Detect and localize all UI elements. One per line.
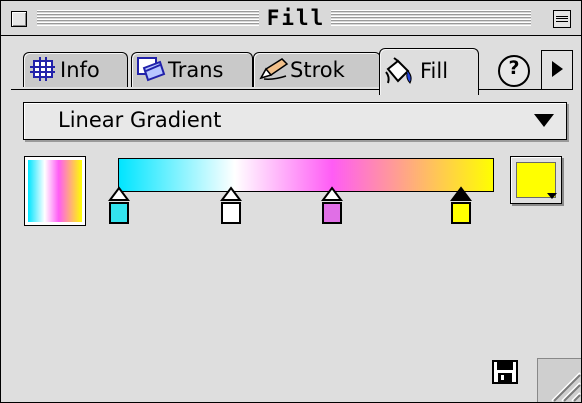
fill-type-dropdown[interactable]: Linear Gradient [23, 102, 567, 140]
tab-stroke-label: Strok [290, 58, 345, 82]
transform-icon [136, 56, 166, 82]
tab-fill[interactable]: Fill [379, 48, 479, 95]
close-box[interactable] [11, 11, 27, 27]
save-fill-icon[interactable] [492, 360, 518, 384]
gradient-preview-swatch [24, 156, 86, 226]
gradient-marker-3[interactable] [321, 186, 343, 228]
info-grid-icon [28, 56, 56, 82]
gradient-ramp[interactable] [118, 158, 494, 192]
help-button[interactable]: ? [498, 55, 530, 87]
color-well[interactable] [510, 156, 562, 204]
tab-info-label: Info [60, 58, 100, 82]
tab-stroke[interactable]: Strok [253, 52, 381, 87]
fill-type-value: Linear Gradient [58, 108, 222, 132]
gradient-marker-1[interactable] [108, 186, 130, 228]
color-popup-arrow-icon [547, 193, 557, 199]
gradient-preview-fill [28, 160, 82, 222]
tab-fill-label: Fill [420, 59, 449, 83]
title-bar-stripes-left [37, 10, 259, 26]
tab-trans[interactable]: Trans [131, 52, 253, 87]
paint-bucket-icon [384, 57, 412, 84]
tab-row: Info Trans Strok Fill [1, 36, 581, 96]
gradient-marker-4-selected[interactable] [450, 186, 472, 228]
fill-panel: Fill Info Trans Strok Fill ? Linear Grad… [0, 0, 582, 403]
collapse-box[interactable] [553, 10, 571, 28]
panel-menu-button[interactable] [541, 50, 573, 90]
dropdown-arrow-icon [534, 114, 554, 127]
pencil-stroke-icon [258, 56, 289, 82]
title-bar[interactable]: Fill [1, 1, 581, 36]
window-title: Fill [263, 6, 329, 30]
gradient-marker-2[interactable] [220, 186, 242, 228]
resize-grip[interactable] [537, 358, 581, 402]
tab-divider [11, 89, 569, 90]
triangle-right-icon [552, 61, 563, 77]
tab-info[interactable]: Info [23, 52, 128, 87]
tab-trans-label: Trans [168, 58, 224, 82]
resize-grip-icon [551, 372, 581, 402]
title-bar-stripes-right [331, 10, 531, 26]
